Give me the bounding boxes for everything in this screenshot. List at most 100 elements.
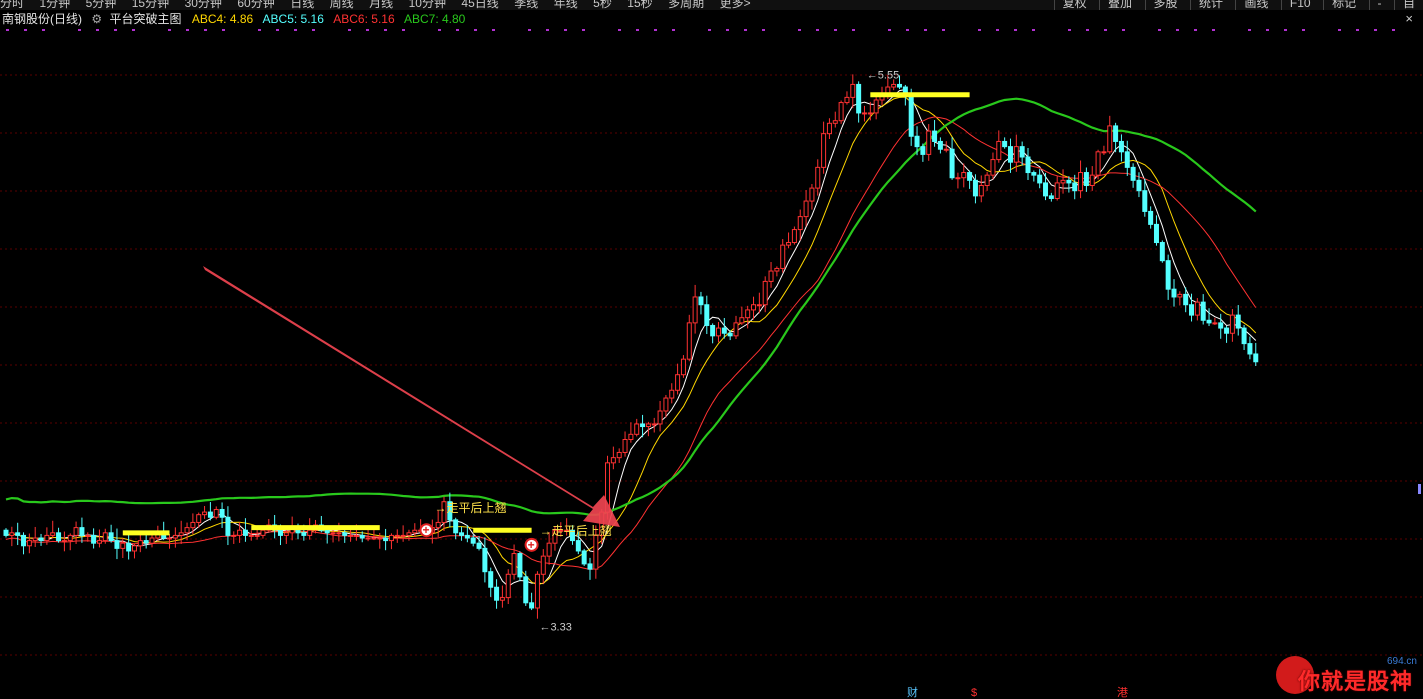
draw-line-button[interactable]: 画线 <box>1235 0 1276 10</box>
candle-down <box>1142 190 1148 212</box>
candle-down <box>1002 140 1008 148</box>
candle-up <box>815 166 821 189</box>
flag-marker <box>258 29 261 31</box>
candle-down <box>1124 151 1130 168</box>
minimize-button[interactable]: - <box>1368 0 1390 10</box>
flag-marker <box>636 29 639 31</box>
tab-period-6[interactable]: 日线 <box>290 0 314 10</box>
flag-marker <box>726 29 729 31</box>
dividend-event-mark[interactable]: $ <box>971 688 977 699</box>
flag-marker <box>1104 29 1107 31</box>
candle-down <box>3 529 9 536</box>
tab-period-11[interactable]: 季线 <box>514 0 538 10</box>
candle-down <box>91 534 97 544</box>
max-price-label: ←5.55 <box>867 69 899 81</box>
candle-down <box>1066 179 1072 184</box>
tab-period-8[interactable]: 月线 <box>369 0 393 10</box>
flag-marker <box>618 29 621 31</box>
candle-down <box>1224 327 1230 334</box>
candle-up <box>149 537 155 544</box>
candle-up <box>733 322 739 337</box>
settings-icon[interactable]: ⚙ <box>91 10 102 28</box>
candle-up <box>348 534 354 537</box>
candle-up <box>861 112 867 115</box>
self-select-button[interactable]: 自 <box>1393 0 1423 10</box>
candle-up <box>406 532 412 536</box>
tab-period-2[interactable]: 5分钟 <box>86 0 117 10</box>
tab-period-1[interactable]: 1分钟 <box>39 0 70 10</box>
flag-marker <box>942 29 945 31</box>
finance-event-mark[interactable]: 财 <box>907 688 918 699</box>
candle-down <box>1200 301 1206 321</box>
flag-marker <box>672 29 675 31</box>
candle-up <box>32 537 38 542</box>
candle-down <box>972 179 978 197</box>
overlay-button[interactable]: 叠加 <box>1099 0 1140 10</box>
multi-stock-button[interactable]: 多股 <box>1144 0 1186 10</box>
tab-period-9[interactable]: 10分钟 <box>409 0 446 10</box>
flag-marker <box>546 29 549 31</box>
tab-period-3[interactable]: 15分钟 <box>132 0 169 10</box>
tab-period-4[interactable]: 30分钟 <box>185 0 222 10</box>
candle-down <box>1153 223 1159 244</box>
candle-up <box>172 534 178 539</box>
candle-down <box>1007 146 1013 163</box>
statistics-button[interactable]: 统计 <box>1189 0 1231 10</box>
candle-up <box>850 83 856 98</box>
f10-button[interactable]: F10 <box>1280 0 1319 10</box>
candle-down <box>482 547 488 573</box>
tab-period-7[interactable]: 周线 <box>330 0 354 10</box>
flag-marker <box>1086 29 1089 31</box>
tab-period-5[interactable]: 60分钟 <box>237 0 274 10</box>
tab-period-13[interactable]: 5秒 <box>593 0 612 10</box>
tab-period-10[interactable]: 45日线 <box>461 0 498 10</box>
candle-down <box>1019 146 1025 158</box>
tab-period-16[interactable]: 更多> <box>720 0 751 10</box>
indicator-name[interactable]: 平台突破主图 <box>109 10 181 28</box>
flag-marker <box>978 29 981 31</box>
tab-period-15[interactable]: 多周期 <box>668 0 704 10</box>
candle-down <box>1048 195 1054 199</box>
flag-marker <box>96 29 99 31</box>
candle-up <box>768 270 774 282</box>
mark-button[interactable]: 标记 <box>1323 0 1364 10</box>
candle-up <box>388 534 394 542</box>
candle-down <box>1031 172 1037 176</box>
candle-up <box>377 537 383 540</box>
tab-period-12[interactable]: 年线 <box>554 0 578 10</box>
candle-up <box>400 534 406 537</box>
candle-up <box>686 322 692 360</box>
hk-event-mark[interactable]: 港 <box>1117 688 1128 699</box>
candle-up <box>821 133 827 168</box>
candle-up <box>120 542 126 549</box>
candle-down <box>1130 166 1136 181</box>
flag-marker <box>384 29 387 31</box>
restore-rights-button[interactable]: 复权 <box>1053 0 1095 10</box>
candle-down <box>1183 293 1189 306</box>
pointer-arrow <box>203 266 620 527</box>
candle-down <box>470 537 476 544</box>
kline-chart[interactable]: ←5.55 ←3.33 + →走平后上翘 + →走平后上翘 <box>0 0 1423 699</box>
candle-up <box>926 130 932 155</box>
plus-icon-glyph: + <box>422 523 429 537</box>
candle-up <box>844 96 850 104</box>
tab-period-14[interactable]: 15秒 <box>627 0 652 10</box>
candle-down <box>1253 353 1259 363</box>
candle-up <box>1078 172 1084 192</box>
candle-down <box>1206 319 1212 324</box>
candle-up <box>832 120 838 124</box>
candle-up <box>715 327 721 337</box>
close-icon[interactable]: × <box>1405 10 1413 28</box>
candle-down <box>242 529 248 536</box>
candle-up <box>365 537 371 540</box>
tab-period-0[interactable]: 分时 <box>0 0 24 10</box>
candle-up <box>756 304 762 307</box>
candle-down <box>581 550 587 565</box>
candle-down <box>219 508 225 518</box>
flag-marker <box>168 29 171 31</box>
candle-down <box>1025 156 1031 174</box>
candle-up <box>1013 146 1019 163</box>
candle-up <box>1177 293 1183 298</box>
flag-marker <box>204 29 207 31</box>
flag-marker <box>1032 29 1035 31</box>
